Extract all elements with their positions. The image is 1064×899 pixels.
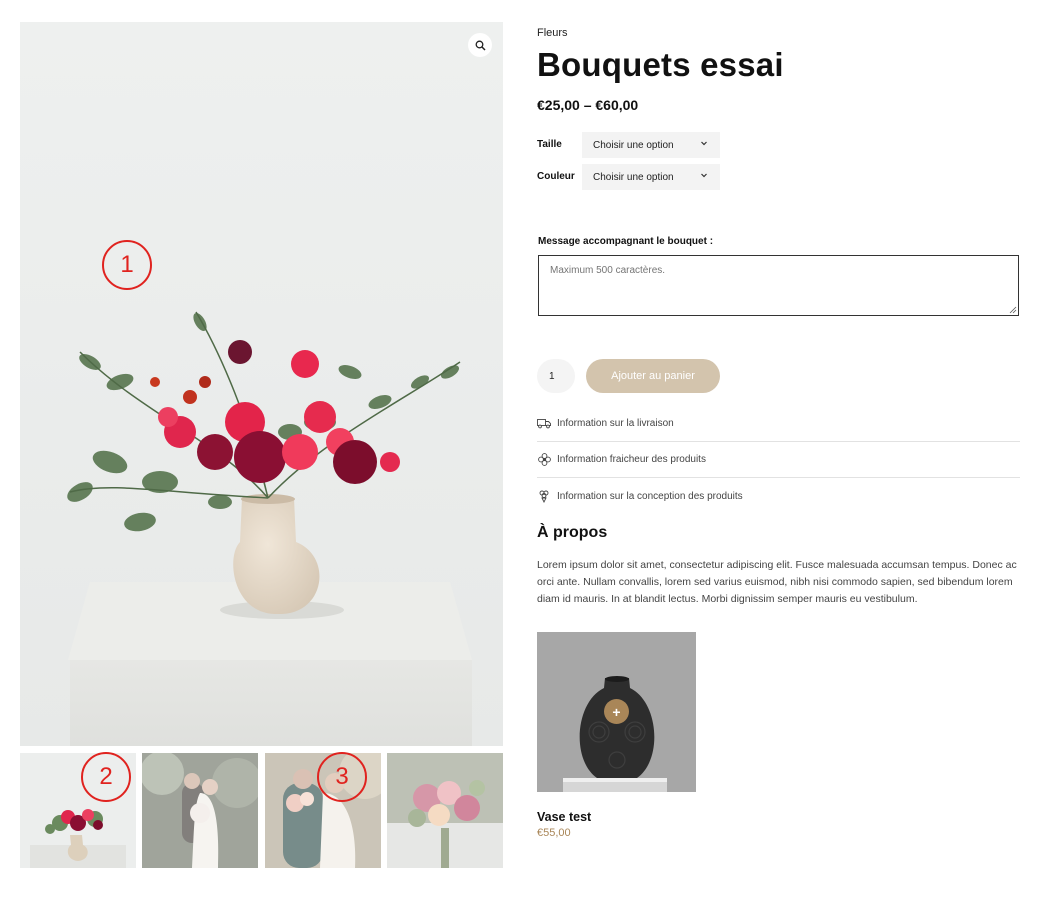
variation-select-value: Choisir une option xyxy=(593,140,674,151)
product-main-image[interactable] xyxy=(20,22,503,746)
magnifier-icon xyxy=(475,40,486,51)
variation-select-taille[interactable]: Choisir une option xyxy=(582,132,720,158)
info-row-label: Information sur la livraison xyxy=(557,417,674,429)
related-product-name[interactable]: Vase test xyxy=(537,810,591,824)
resize-handle-icon[interactable] xyxy=(1009,306,1017,314)
variation-label-taille: Taille xyxy=(537,139,562,150)
flower-icon xyxy=(537,452,551,466)
about-description: Lorem ipsum dolor sit amet, consectetur … xyxy=(537,559,1017,605)
related-product-price: €55,00 xyxy=(537,827,571,839)
about-heading: À propos xyxy=(537,524,608,541)
zoom-button[interactable] xyxy=(468,33,492,57)
product-title: Bouquets essai xyxy=(537,46,784,83)
info-row-label: Information fraicheur des produits xyxy=(557,453,706,465)
bouquet-icon xyxy=(537,489,551,503)
annotation-marker-2: 2 xyxy=(81,752,131,802)
thumbnail-wedding-couple-1[interactable] xyxy=(142,753,258,868)
annotation-marker-1: 1 xyxy=(102,240,152,290)
quantity-input[interactable] xyxy=(537,359,575,393)
product-category-link[interactable]: Fleurs xyxy=(537,27,568,39)
variation-select-value: Choisir une option xyxy=(593,172,674,183)
truck-icon xyxy=(537,416,551,430)
info-row-delivery[interactable]: Information sur la livraison xyxy=(537,405,1020,441)
info-row-freshness[interactable]: Information fraicheur des produits xyxy=(537,441,1020,477)
variation-label-couleur: Couleur xyxy=(537,171,575,182)
annotation-marker-3: 3 xyxy=(317,752,367,802)
thumbnail-bouquet-close[interactable] xyxy=(387,753,503,868)
chevron-down-icon xyxy=(701,141,707,146)
variation-select-couleur[interactable]: Choisir une option xyxy=(582,164,720,190)
info-row-design[interactable]: Information sur la conception des produi… xyxy=(537,478,1020,514)
message-textarea[interactable] xyxy=(538,255,1019,316)
chevron-down-icon xyxy=(701,173,707,178)
info-row-label: Information sur la conception des produi… xyxy=(557,490,743,502)
add-related-plus-button[interactable]: + xyxy=(604,699,629,724)
message-label: Message accompagnant le bouquet : xyxy=(538,236,714,247)
product-price: €25,00 – €60,00 xyxy=(537,97,639,113)
add-to-cart-button[interactable]: Ajouter au panier xyxy=(586,359,720,393)
